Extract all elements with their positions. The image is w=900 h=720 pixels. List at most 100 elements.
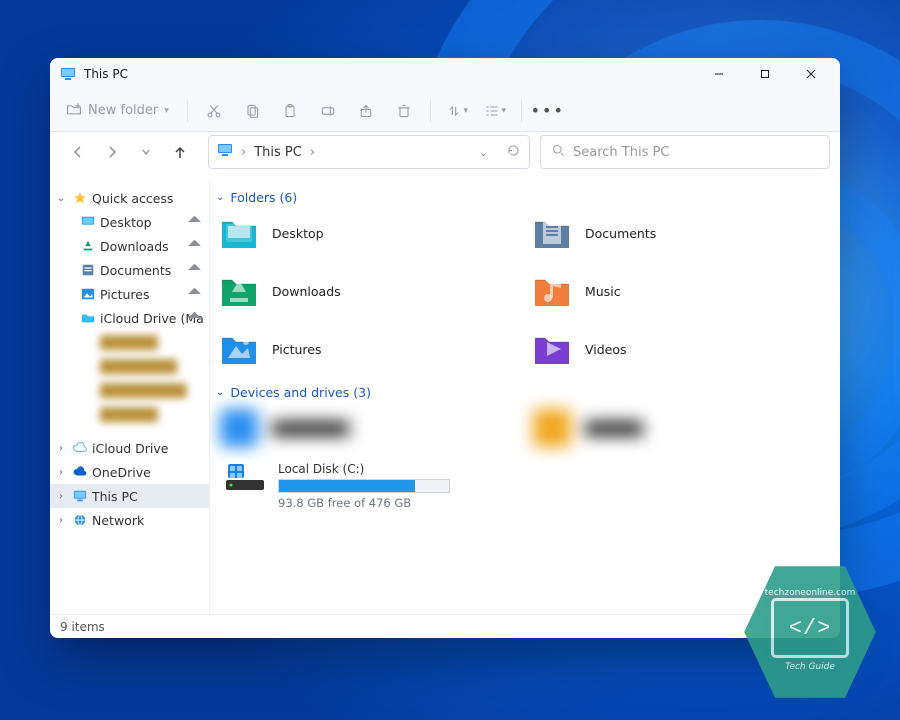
sidebar-item-label: iCloud Drive (Ma (100, 311, 204, 326)
rename-button[interactable] (310, 95, 346, 127)
sidebar-onedrive[interactable]: › OneDrive (50, 460, 209, 484)
status-item-count: 9 items (60, 620, 105, 634)
pictures-icon (80, 286, 96, 302)
sidebar-this-pc[interactable]: › This PC (50, 484, 209, 508)
refresh-button[interactable] (506, 143, 521, 162)
drive-tile-redacted: ████████ (220, 408, 527, 448)
cloud-icon (72, 464, 88, 480)
chevron-down-icon: ⌄ (216, 192, 224, 203)
download-icon (80, 238, 96, 254)
sidebar-item-redacted: ██████ (50, 330, 209, 354)
search-box[interactable]: Search This PC (540, 135, 830, 169)
sidebar-item-downloads[interactable]: Downloads (50, 234, 209, 258)
disk-icon (226, 462, 264, 492)
cut-button[interactable] (196, 95, 232, 127)
folder-icon (220, 330, 258, 368)
address-bar[interactable]: › This PC› ⌄ (208, 135, 530, 169)
folder-tile-pictures[interactable]: Pictures (220, 329, 527, 369)
up-button[interactable] (168, 140, 192, 164)
this-pc-icon (217, 142, 233, 162)
sidebar-item-label: Pictures (100, 287, 150, 302)
disk-free-text: 93.8 GB free of 476 GB (278, 496, 450, 510)
folder-tile-downloads[interactable]: Downloads (220, 271, 527, 311)
sidebar: ⌄ Quick access Desktop Downloads Docum (50, 180, 210, 614)
explorer-window: This PC New folder ▾ ▾ ▾ (50, 58, 840, 638)
command-toolbar: New folder ▾ ▾ ▾ ••• (50, 90, 840, 132)
paste-button[interactable] (272, 95, 308, 127)
folder-icon (533, 272, 571, 310)
copy-button[interactable] (234, 95, 270, 127)
sidebar-quick-access[interactable]: ⌄ Quick access (50, 186, 209, 210)
recent-locations-button[interactable] (134, 140, 158, 164)
folder-name: Desktop (272, 226, 324, 241)
sidebar-item-desktop[interactable]: Desktop (50, 210, 209, 234)
content-pane[interactable]: ⌄ Folders (6) Desktop Documents Downloads M… (210, 180, 840, 614)
chevron-down-icon[interactable]: ⌄ (479, 146, 488, 159)
sidebar-network[interactable]: › Network (50, 508, 209, 532)
sidebar-item-label: Documents (100, 263, 171, 278)
folder-name: Videos (585, 342, 627, 357)
sidebar-item-label: OneDrive (92, 465, 151, 480)
share-button[interactable] (348, 95, 384, 127)
sidebar-item-label: Network (92, 513, 144, 528)
new-folder-button[interactable]: New folder ▾ (60, 95, 179, 127)
folder-name: Downloads (272, 284, 341, 299)
sidebar-item-documents[interactable]: Documents (50, 258, 209, 282)
chevron-down-icon: ▾ (164, 106, 169, 116)
folder-icon (220, 214, 258, 252)
new-folder-label: New folder (88, 103, 158, 118)
maximize-button[interactable] (742, 58, 788, 90)
desktop-wallpaper: This PC New folder ▾ ▾ ▾ (0, 0, 900, 720)
folder-tile-music[interactable]: Music (533, 271, 840, 311)
group-label: Devices and drives (3) (230, 385, 371, 400)
forward-button[interactable] (100, 140, 124, 164)
drive-tile-redacted: ██████ (533, 408, 840, 448)
folder-name: Documents (585, 226, 656, 241)
sidebar-item-redacted: ██████ (50, 402, 209, 426)
chevron-down-icon[interactable]: ⌄ (54, 193, 68, 204)
documents-icon (80, 262, 96, 278)
sidebar-item-label: This PC (92, 489, 138, 504)
back-button[interactable] (66, 140, 90, 164)
titlebar[interactable]: This PC (50, 58, 840, 90)
drive-tile-local-disk[interactable]: Local Disk (C:) 93.8 GB free of 476 GB (210, 454, 840, 510)
sidebar-item-pictures[interactable]: Pictures (50, 282, 209, 306)
this-pc-icon (60, 66, 76, 82)
sort-button[interactable]: ▾ (439, 95, 475, 127)
search-icon (551, 143, 565, 161)
folder-tile-desktop[interactable]: Desktop (220, 213, 527, 253)
folder-icon (220, 272, 258, 310)
search-placeholder: Search This PC (573, 145, 669, 160)
chevron-right-icon: › (241, 145, 246, 160)
sidebar-icloud-drive[interactable]: › iCloud Drive (50, 436, 209, 460)
window-title: This PC (84, 67, 128, 81)
folder-tile-videos[interactable]: Videos (533, 329, 840, 369)
folder-tile-documents[interactable]: Documents (533, 213, 840, 253)
breadcrumb-this-pc[interactable]: This PC› (254, 145, 315, 160)
sidebar-label: Quick access (92, 191, 173, 206)
status-bar: 9 items (50, 614, 840, 638)
group-header-folders[interactable]: ⌄ Folders (6) (210, 180, 840, 209)
folder-name: Pictures (272, 342, 322, 357)
more-button[interactable]: ••• (530, 95, 566, 127)
chevron-right-icon[interactable]: › (54, 515, 68, 526)
minimize-button[interactable] (696, 58, 742, 90)
disk-name: Local Disk (C:) (278, 462, 450, 476)
cloud-icon (72, 440, 88, 456)
folder-icon (533, 330, 571, 368)
sidebar-item-redacted: █████████ (50, 378, 209, 402)
disk-capacity-bar (278, 479, 450, 493)
folder-icon (533, 214, 571, 252)
desktop-icon (80, 214, 96, 230)
delete-button[interactable] (386, 95, 422, 127)
sidebar-item-label: Downloads (100, 239, 169, 254)
folder-name: Music (585, 284, 621, 299)
chevron-right-icon[interactable]: › (54, 467, 68, 478)
close-button[interactable] (788, 58, 834, 90)
chevron-right-icon[interactable]: › (54, 491, 68, 502)
nav-row: › This PC› ⌄ Search This PC (50, 132, 840, 180)
sidebar-item-icloud-drive[interactable]: iCloud Drive (Ma (50, 306, 209, 330)
group-header-drives[interactable]: ⌄ Devices and drives (3) (210, 375, 840, 404)
chevron-right-icon[interactable]: › (54, 443, 68, 454)
view-button[interactable]: ▾ (477, 95, 513, 127)
